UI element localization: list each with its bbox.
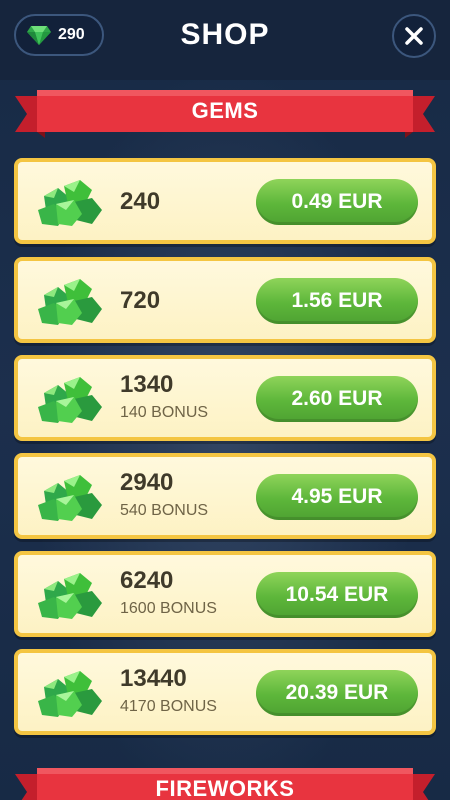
gem-offer-card[interactable]: 6240 1600 BONUS 10.54 EUR: [14, 551, 436, 637]
gem-offer-card[interactable]: 13440 4170 BONUS 20.39 EUR: [14, 649, 436, 735]
gem-amount: 13440: [120, 665, 187, 692]
section-ribbon-fireworks: FIREWORKS: [15, 766, 435, 800]
bonus-label: 540 BONUS: [120, 502, 209, 519]
gem-pile-icon: [38, 475, 102, 521]
gem-offer-card[interactable]: 2940 540 BONUS 4.95 EUR: [14, 453, 436, 539]
buy-button[interactable]: 2.60 EUR: [256, 376, 418, 422]
section-title-gems: GEMS: [191, 98, 259, 123]
gem-amount: 240: [120, 188, 161, 215]
gem-amount: 2940: [120, 469, 174, 496]
gem-amount: 720: [120, 287, 161, 314]
buy-button[interactable]: 10.54 EUR: [256, 572, 418, 618]
gem-pile-icon: [38, 377, 102, 423]
page-title: SHOP: [180, 18, 270, 51]
bonus-label: 4170 BONUS: [120, 698, 217, 715]
gem-offer-card[interactable]: 720 1.56 EUR: [14, 257, 436, 343]
header-bar: 290 SHOP: [0, 0, 450, 80]
gem-amount: 1340: [120, 371, 174, 398]
gem-offer-card[interactable]: 1340 140 BONUS 2.60 EUR: [14, 355, 436, 441]
buy-button[interactable]: 20.39 EUR: [256, 670, 418, 716]
buy-button[interactable]: 4.95 EUR: [256, 474, 418, 520]
close-icon: [405, 27, 423, 45]
buy-button[interactable]: 1.56 EUR: [256, 278, 418, 324]
gem-pile-icon: [38, 573, 102, 619]
section-ribbon-gems: GEMS: [15, 88, 435, 138]
gem-pile-icon: [38, 180, 102, 226]
bonus-label: 140 BONUS: [120, 404, 209, 421]
gem-pile-icon: [38, 671, 102, 717]
gem-pile-icon: [38, 279, 102, 325]
gem-offer-card[interactable]: 240 0.49 EUR: [14, 158, 436, 244]
close-button[interactable]: [392, 14, 436, 58]
section-title-fireworks: FIREWORKS: [155, 776, 295, 800]
buy-button[interactable]: 0.49 EUR: [256, 179, 418, 225]
bonus-label: 1600 BONUS: [120, 600, 217, 617]
gem-amount: 6240: [120, 567, 174, 594]
